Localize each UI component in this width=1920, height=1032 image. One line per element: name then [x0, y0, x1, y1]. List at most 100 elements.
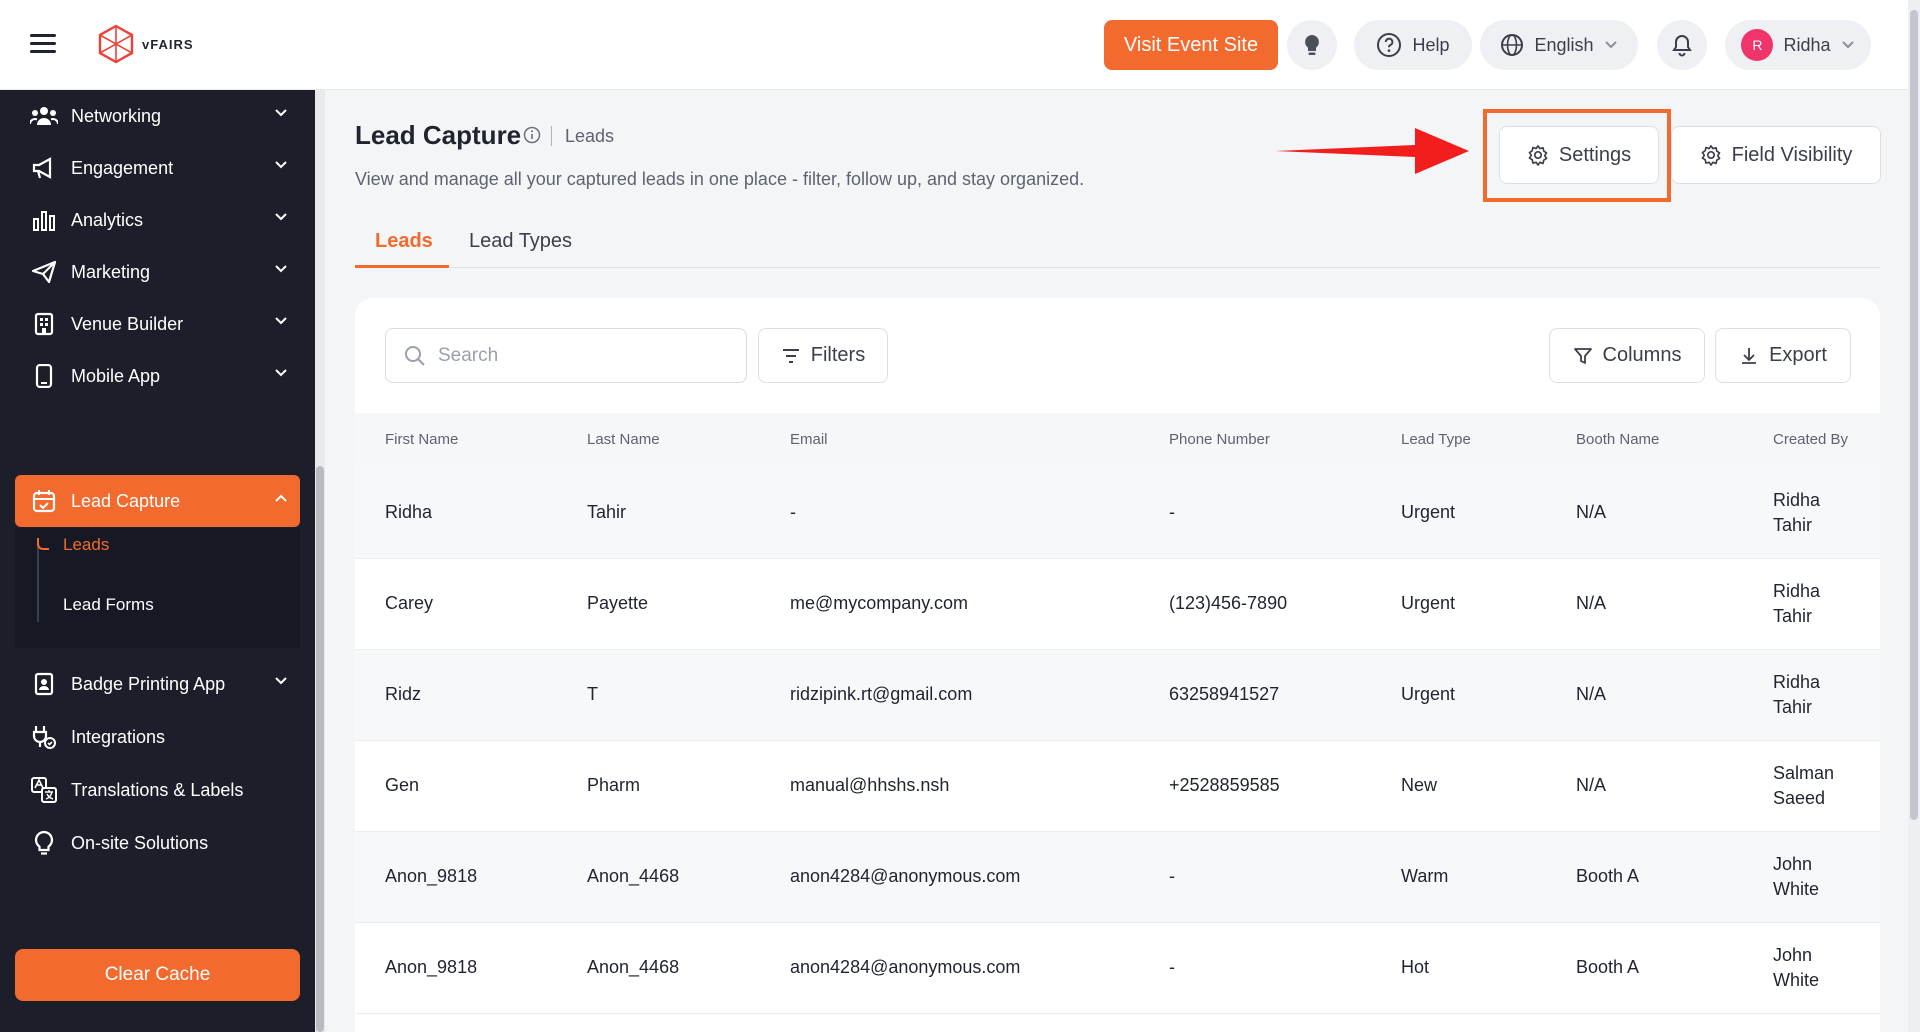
sidebar-item-lead-forms[interactable]: Lead Forms	[63, 595, 154, 615]
user-menu[interactable]: R Ridha	[1725, 20, 1871, 70]
export-label: Export	[1769, 344, 1827, 366]
sidebar-item-venue-builder[interactable]: Venue Builder	[15, 298, 300, 350]
sidebar-item-marketing[interactable]: Marketing	[15, 246, 300, 298]
globe-icon	[1501, 34, 1524, 56]
sidebar-scrollbar-thumb[interactable]	[316, 466, 324, 1032]
translate-icon	[31, 777, 57, 803]
sidebar-item-on-site-solutions[interactable]: On-site Solutions	[15, 817, 300, 869]
submenu-line	[37, 542, 39, 622]
chevron-down-icon	[275, 369, 287, 377]
cell-first-name: Carey	[385, 593, 434, 613]
tab-lead-types[interactable]: Lead Types	[469, 230, 572, 253]
visit-event-site-button[interactable]: Visit Event Site	[1104, 20, 1278, 70]
table-row[interactable]: Gen Pharm manual@hhshs.nsh +2528859585 N…	[355, 741, 1880, 832]
sidebar-item-lead-capture[interactable]: Lead Capture	[15, 475, 300, 527]
paper-plane-icon	[31, 260, 57, 284]
created-by-last: Saeed	[1773, 788, 1826, 808]
columns-button[interactable]: Columns	[1549, 328, 1705, 383]
column-header-first-name[interactable]: First Name	[385, 431, 458, 448]
table-row[interactable]: Anon_9818 Anon_4468 anon4284@anonymous.c…	[355, 923, 1880, 1014]
table-row[interactable]: Anon_9818 Anon_4468 anon4284@anonymous.c…	[355, 832, 1880, 923]
info-icon[interactable]	[523, 126, 541, 144]
sidebar-item-label: Marketing	[71, 261, 151, 282]
sidebar-item-label: Venue Builder	[71, 313, 184, 334]
sidebar-item-badge-printing-app[interactable]: Badge Printing App	[15, 658, 300, 710]
funnel-icon	[1573, 347, 1592, 364]
cell-email: -	[790, 502, 796, 522]
cell-email: anon4284@anonymous.com	[790, 866, 1021, 886]
cell-email: ridzipink.rt@gmail.com	[790, 684, 973, 704]
page-scrollbar-thumb[interactable]	[1910, 10, 1918, 820]
field-visibility-label: Field Visibility	[1731, 143, 1853, 166]
sidebar-item-analytics[interactable]: Analytics	[15, 194, 300, 246]
sidebar-scrollbar[interactable]	[315, 90, 325, 1032]
chevron-down-icon	[275, 161, 287, 169]
cell-phone: (123)456-7890	[1169, 593, 1288, 613]
column-header-created-by[interactable]: Created By	[1773, 431, 1848, 448]
cell-email: manual@hhshs.nsh	[790, 775, 950, 795]
search-icon	[405, 345, 425, 366]
sidebar-item-leads[interactable]: Leads	[63, 535, 109, 555]
language-selector[interactable]: English	[1480, 20, 1638, 70]
cell-created-by: Ridha Tahir	[1773, 670, 1863, 720]
filters-button[interactable]: Filters	[758, 328, 888, 383]
sidebar-item-label: Engagement	[71, 157, 174, 178]
chevron-down-icon	[275, 265, 287, 273]
cell-created-by: John White	[1773, 852, 1863, 902]
clear-cache-button[interactable]: Clear Cache	[15, 949, 300, 1001]
settings-button[interactable]: Settings	[1499, 126, 1659, 184]
chevron-down-icon	[1841, 41, 1854, 49]
sidebar-item-engagement[interactable]: Engagement	[15, 142, 300, 194]
sidebar-item-label: Lead Capture	[71, 490, 181, 511]
cell-phone: -	[1169, 502, 1175, 522]
sidebar-item-label: Networking	[71, 105, 162, 126]
hamburger-menu-icon[interactable]	[30, 34, 56, 54]
column-header-booth-name[interactable]: Booth Name	[1576, 431, 1659, 448]
sidebar-item-mobile-app[interactable]: Mobile App	[15, 350, 300, 402]
field-visibility-button[interactable]: Field Visibility	[1671, 126, 1881, 184]
lead-capture-submenu: Leads Lead Forms	[15, 528, 300, 648]
search-input[interactable]	[438, 344, 718, 367]
sidebar-item-label: On-site Solutions	[71, 832, 209, 853]
cell-phone: +2528859585	[1169, 775, 1280, 795]
cell-email: me@mycompany.com	[790, 593, 968, 613]
notifications-button[interactable]	[1657, 20, 1707, 70]
created-by-first: John	[1773, 945, 1813, 965]
created-by-last: Tahir	[1773, 606, 1813, 626]
table-row[interactable]: Carey Payette me@mycompany.com (123)456-…	[355, 559, 1880, 650]
tips-button[interactable]	[1287, 20, 1337, 70]
annotation-arrow	[1275, 128, 1469, 174]
table-header: First Name Last Name Email Phone Number …	[355, 413, 1880, 468]
user-name: Ridha	[1783, 34, 1831, 55]
help-button[interactable]: Help	[1354, 20, 1472, 70]
column-header-email[interactable]: Email	[790, 431, 828, 448]
cell-created-by: John White	[1773, 943, 1863, 993]
column-header-lead-type[interactable]: Lead Type	[1401, 431, 1471, 448]
column-header-last-name[interactable]: Last Name	[587, 431, 660, 448]
table-row[interactable]: Ridz T ridzipink.rt@gmail.com 6325894152…	[355, 650, 1880, 741]
export-button[interactable]: Export	[1715, 328, 1851, 383]
page-title: Lead Capture	[355, 120, 522, 150]
calendar-check-icon	[32, 490, 56, 513]
logo[interactable]: vFAIRS	[98, 24, 194, 64]
page-scrollbar[interactable]	[1908, 0, 1920, 1032]
created-by-first: Ridha	[1773, 581, 1821, 601]
filter-icon	[782, 348, 799, 363]
sidebar-item-networking[interactable]: Networking	[15, 90, 300, 142]
settings-label: Settings	[1558, 143, 1632, 166]
sidebar: Networking Engagement Analytics Marketin…	[0, 90, 315, 1032]
chevron-down-icon	[275, 109, 287, 117]
search-box[interactable]	[385, 328, 747, 383]
tab-leads[interactable]: Leads	[375, 230, 433, 253]
cell-last-name: Anon_4468	[587, 866, 680, 886]
cell-booth-name: Booth A	[1576, 957, 1640, 977]
column-header-phone-number[interactable]: Phone Number	[1169, 431, 1270, 448]
sidebar-item-translations-labels[interactable]: Translations & Labels	[15, 764, 300, 816]
networking-icon	[30, 107, 58, 125]
created-by-first: Ridha	[1773, 490, 1821, 510]
cell-first-name: Gen	[385, 775, 420, 795]
breadcrumb: Leads	[565, 126, 615, 146]
sidebar-item-integrations[interactable]: Integrations	[15, 711, 300, 763]
help-label: Help	[1412, 34, 1450, 55]
table-row[interactable]: Ridha Tahir - - Urgent N/A Ridha Tahir	[355, 468, 1880, 559]
